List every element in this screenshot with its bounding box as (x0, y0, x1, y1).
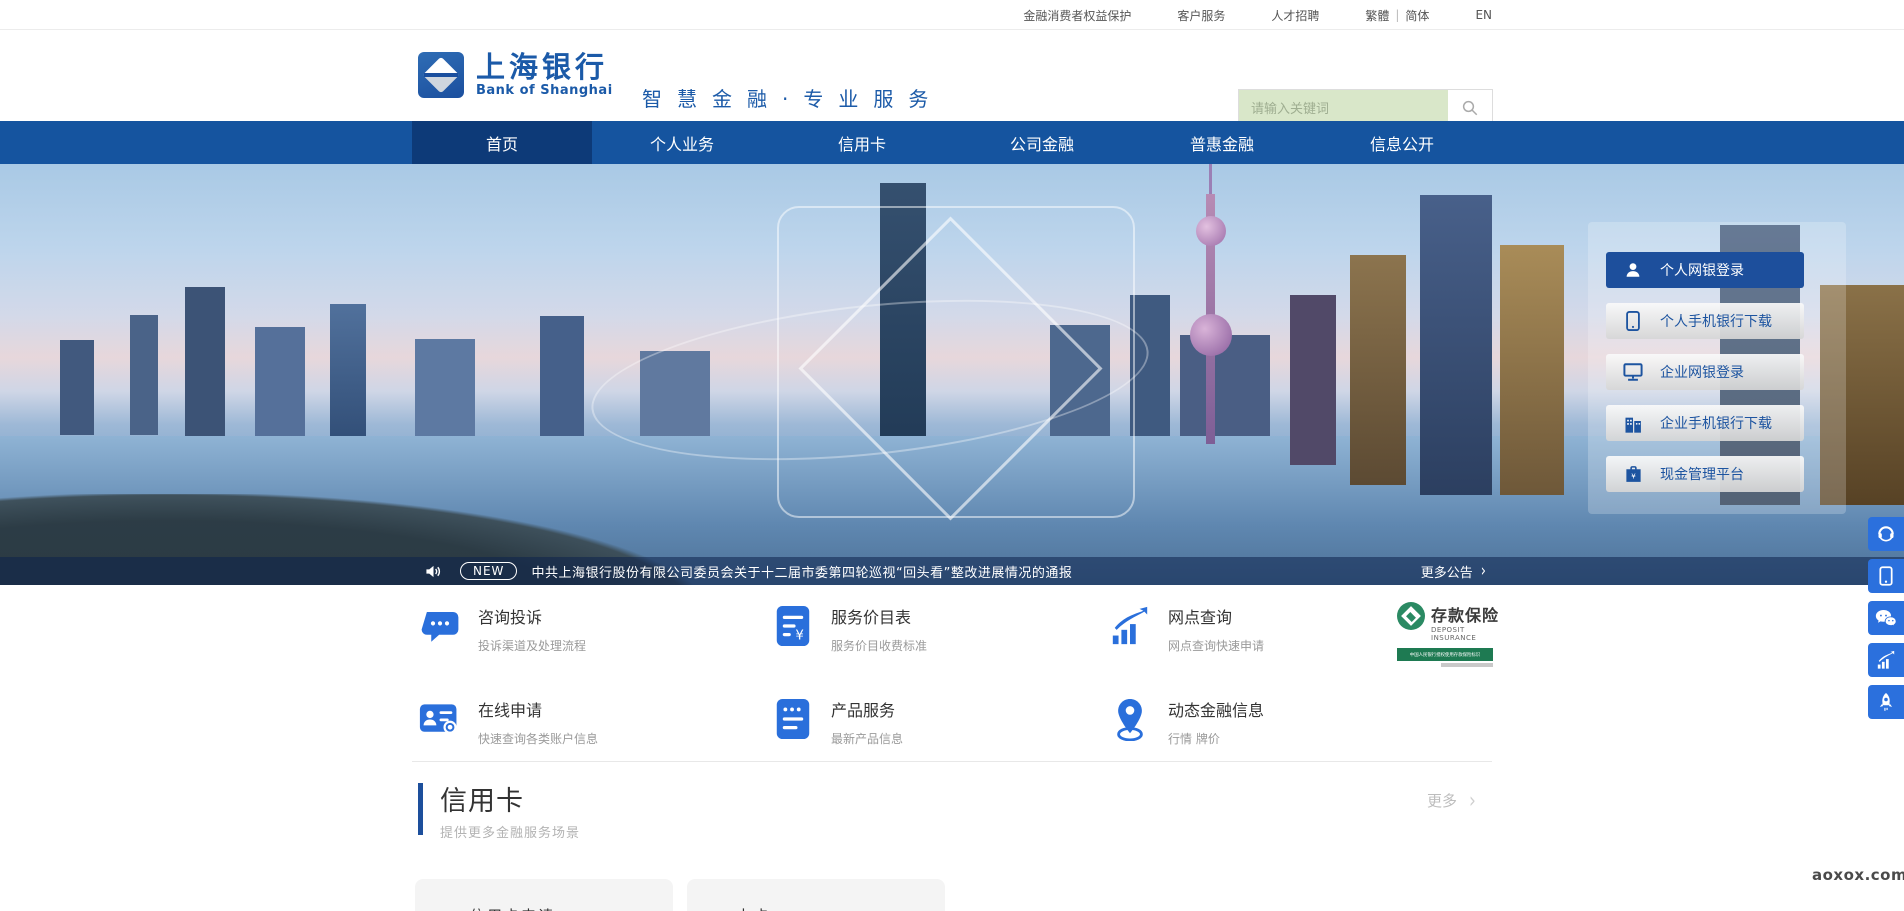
speaker-icon (425, 564, 442, 579)
topbar-link-recruitment[interactable]: 人才招聘 (1271, 7, 1319, 24)
desktop-icon (1606, 363, 1660, 381)
personal-mobile-bank-download-button[interactable]: 个人手机银行下载 (1606, 303, 1804, 339)
deposit-insurance-title: 存款保险 (1431, 602, 1499, 626)
bank-logo[interactable]: 上海银行 Bank of Shanghai (418, 51, 613, 98)
rocket-icon (1877, 692, 1895, 712)
id-card-search-icon (418, 697, 462, 741)
credit-card-more-link[interactable]: 更多 › (1427, 790, 1476, 811)
top-utility-bar: 金融消费者权益保护 客户服务 人才招聘 繁體 | 简体 EN (0, 0, 1904, 30)
deposit-insurance-subtitle: DEPOSIT INSURANCE (1431, 626, 1499, 642)
topbar-link-customer-service[interactable]: 客户服务 (1177, 7, 1225, 24)
oriental-pearl-tower (1196, 216, 1226, 246)
nav-tab-corporate-finance[interactable]: 公司金融 (952, 121, 1132, 164)
market-quotes-button[interactable] (1868, 643, 1904, 677)
quicklink-products-services[interactable]: 产品服务 最新产品信息 (771, 697, 903, 747)
lang-english[interactable]: EN (1475, 8, 1492, 22)
buildings-icon (1606, 414, 1660, 433)
document-list-icon (771, 697, 815, 741)
map-pin-icon (1108, 697, 1152, 741)
wechat-button[interactable] (1868, 601, 1904, 635)
bank-name-en: Bank of Shanghai (476, 83, 613, 98)
chart-up-icon (1108, 604, 1152, 648)
lang-traditional[interactable]: 繁體 (1365, 7, 1389, 24)
credit-card-item-1[interactable]: 信用卡申请 (415, 879, 673, 911)
customer-service-button[interactable] (1868, 517, 1904, 551)
nav-tab-information-disclosure[interactable]: 信息公开 (1312, 121, 1492, 164)
lang-simplified[interactable]: 简体 (1405, 7, 1429, 24)
quicklink-dynamic-financial-info[interactable]: 动态金融信息 行情 牌价 (1108, 697, 1264, 747)
main-navigation: 首页 个人业务 信用卡 公司金融 普惠金融 信息公开 (0, 121, 1904, 164)
deposit-insurance-bar: 中国人民银行授权使用存款保险标识 (1397, 648, 1493, 661)
wechat-icon (1875, 609, 1897, 628)
bank-of-shanghai-homepage: 金融消费者权益保护 客户服务 人才招聘 繁體 | 简体 EN 上海银行 Bank… (0, 0, 1904, 911)
user-icon (1606, 261, 1660, 279)
more-announcements-link[interactable]: 更多公告 › (1421, 562, 1486, 581)
bank-logo-icon (418, 52, 464, 98)
quicklink-consult-complaint[interactable]: 咨询投诉 投诉渠道及处理流程 (418, 604, 586, 654)
announcement-ticker: NEW 中共上海银行股份有限公司委员会关于十二届市委第四轮巡视“回头看”整改进展… (0, 557, 1904, 585)
section-accent-bar (418, 783, 423, 835)
briefcase-yuan-icon: ¥ (1606, 465, 1660, 483)
new-badge: NEW (460, 562, 517, 580)
nav-tab-personal-banking[interactable]: 个人业务 (592, 121, 772, 164)
nav-tab-inclusive-finance[interactable]: 普惠金融 (1132, 121, 1312, 164)
search-icon (1461, 99, 1479, 117)
mobile-bank-button[interactable] (1868, 559, 1904, 593)
svg-text:¥: ¥ (1631, 471, 1636, 480)
hero-banner: 个人网银登录 个人手机银行下载 企业网银登录 企业手机银行下载 ¥ 现金管理平台 (0, 164, 1904, 585)
price-list-icon: ¥ (771, 604, 815, 648)
floating-toolbar (1868, 517, 1904, 719)
quicklink-branch-search[interactable]: 网点查询 网点查询快速申请 (1108, 604, 1264, 654)
credit-card-section-title: 信用卡 (440, 779, 524, 818)
topbar-link-consumer-protection[interactable]: 金融消费者权益保护 (1023, 7, 1131, 24)
credit-card-item-2[interactable]: 办卡 (687, 879, 945, 911)
mobile-icon (1879, 566, 1893, 586)
chevron-right-icon: › (1481, 561, 1486, 581)
deposit-insurance-auth-note (1441, 663, 1493, 667)
watermark: aoxox.com (1812, 866, 1904, 884)
quicklink-online-application[interactable]: 在线申请 快速查询各类账户信息 (418, 697, 598, 747)
cash-management-platform-button[interactable]: ¥ 现金管理平台 (1606, 456, 1804, 492)
mobile-icon (1606, 311, 1660, 331)
language-switcher: 繁體 | 简体 (1365, 7, 1429, 24)
svg-text:¥: ¥ (795, 628, 804, 643)
site-header: 上海银行 Bank of Shanghai 智慧金融·专业服务 (0, 31, 1904, 121)
bank-name-cn: 上海银行 (476, 51, 613, 83)
corporate-ebank-login-button[interactable]: 企业网银登录 (1606, 354, 1804, 390)
deposit-insurance-sign[interactable]: 存款保险 DEPOSIT INSURANCE 中国人民银行授权使用存款保险标识 (1397, 602, 1493, 667)
quicklink-service-price-list[interactable]: ¥ 服务价目表 服务价目收费标准 (771, 604, 927, 654)
credit-card-section-subtitle: 提供更多金融服务场景 (440, 822, 580, 841)
lang-divider: | (1395, 8, 1399, 22)
corporate-mobile-bank-download-button[interactable]: 企业手机银行下载 (1606, 405, 1804, 441)
chart-up-icon (1876, 650, 1896, 670)
chat-bubble-icon (418, 604, 462, 648)
brand-slogan: 智慧金融·专业服务 (642, 83, 943, 112)
announcement-link[interactable]: 中共上海银行股份有限公司委员会关于十二届市委第四轮巡视“回头看”整改进展情况的通… (531, 562, 1072, 581)
personal-ebank-login-button[interactable]: 个人网银登录 (1606, 252, 1804, 288)
customer-service-icon (1876, 524, 1896, 544)
back-to-top-button[interactable] (1868, 685, 1904, 719)
nav-tab-home[interactable]: 首页 (412, 121, 592, 164)
section-divider (412, 761, 1492, 762)
deposit-insurance-logo-icon (1397, 602, 1425, 630)
nav-tab-credit-card[interactable]: 信用卡 (772, 121, 952, 164)
chevron-right-icon: › (1469, 788, 1476, 813)
